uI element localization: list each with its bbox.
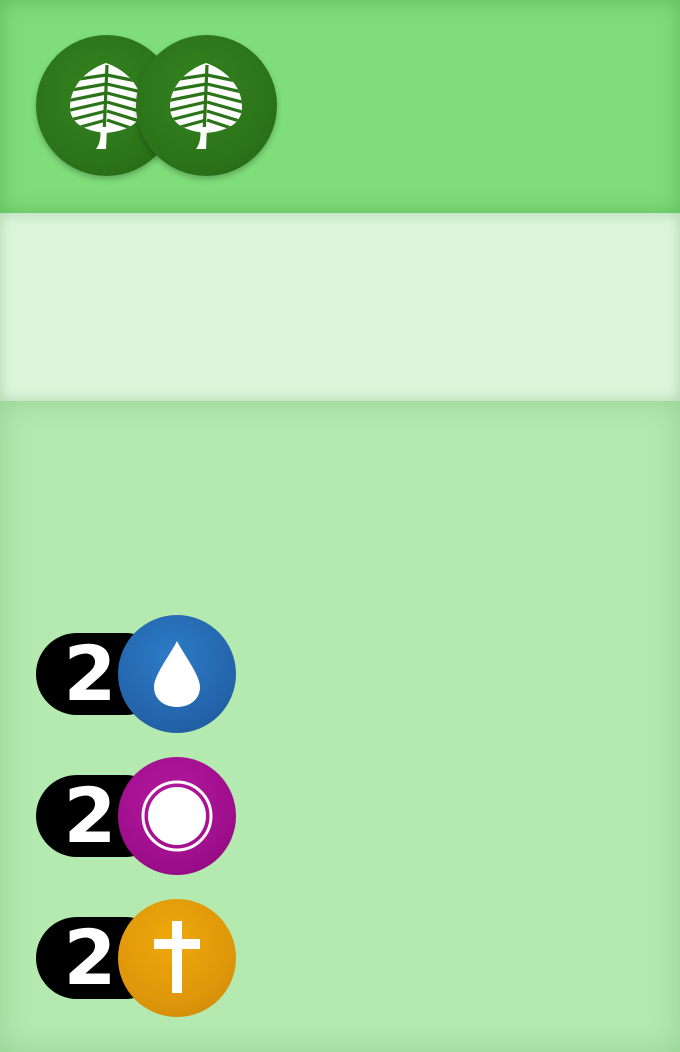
ring-count: 2 <box>63 771 117 860</box>
cross-count: 2 <box>63 913 117 1002</box>
cross-icon <box>118 899 236 1017</box>
resource-water: 2 <box>36 615 238 733</box>
tree-icon <box>136 35 277 176</box>
circle-ring-icon <box>118 757 236 875</box>
card-text-box <box>0 213 680 402</box>
water-count: 2 <box>63 629 117 718</box>
water-drop-icon <box>118 615 236 733</box>
game-card: 2 2 2 <box>0 0 680 1052</box>
resource-ring: 2 <box>36 757 238 875</box>
resource-cross: 2 <box>36 899 238 1017</box>
